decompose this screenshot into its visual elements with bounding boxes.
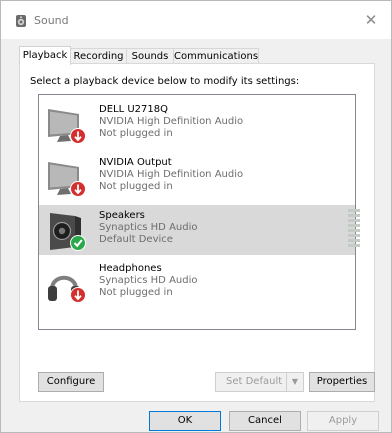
unplugged-badge-icon [70,287,86,303]
close-icon: ✕ [364,11,378,29]
ok-button[interactable]: OK [149,411,221,431]
unplugged-badge-icon [70,128,86,144]
device-name: NVIDIA Output [99,157,172,168]
device-driver: Synaptics HD Audio [99,222,198,233]
device-item-speakers[interactable]: Speakers Synaptics HD Audio Default Devi… [39,205,360,255]
device-name: DELL U2718Q [99,104,168,115]
device-item-nvidia-output[interactable]: NVIDIA Output NVIDIA High Definition Aud… [39,152,355,202]
title-bar: Sound ✕ [1,1,391,39]
configure-button[interactable]: Configure [38,372,104,392]
device-driver: NVIDIA High Definition Audio [99,169,244,180]
tab-recording[interactable]: Recording [70,48,127,64]
device-list[interactable]: DELL U2718Q NVIDIA High Definition Audio… [38,94,360,330]
unplugged-badge-icon [70,181,86,197]
apply-button[interactable]: Apply [307,411,379,431]
device-status: Default Device [99,234,173,245]
tab-sounds[interactable]: Sounds [126,48,174,64]
sound-dialog: Sound ✕ Playback Recording Sounds Commun… [0,0,392,433]
speakers-icon [50,213,86,251]
device-driver: Synaptics HD Audio [99,275,198,286]
close-button[interactable]: ✕ [351,1,391,39]
properties-button[interactable]: Properties [309,372,375,392]
speaker-icon [16,15,26,27]
headphones-icon [48,275,86,303]
set-default-button[interactable]: Set Default ▼ [215,372,304,392]
default-check-icon [70,235,86,251]
monitor-icon [48,162,86,197]
device-status: Not plugged in [99,181,173,192]
device-item-headphones[interactable]: Headphones Synaptics HD Audio Not plugge… [39,258,355,308]
tab-communications[interactable]: Communications [173,48,259,64]
volume-level-meter [348,209,360,247]
tab-playback[interactable]: Playback [19,46,71,65]
device-name: Speakers [99,210,145,221]
instruction-text: Select a playback device below to modify… [30,76,300,87]
playback-panel: Select a playback device below to modify… [19,63,375,402]
device-name: Headphones [99,263,162,274]
device-driver: NVIDIA High Definition Audio [99,116,244,127]
chevron-down-icon[interactable]: ▼ [286,373,303,391]
device-item-dell-u2718q[interactable]: DELL U2718Q NVIDIA High Definition Audio… [39,99,355,149]
cancel-button[interactable]: Cancel [229,411,301,431]
window-title: Sound [34,14,69,27]
set-default-label: Set Default [226,376,283,387]
device-status: Not plugged in [99,128,173,139]
device-status: Not plugged in [99,287,173,298]
monitor-icon [48,109,86,144]
